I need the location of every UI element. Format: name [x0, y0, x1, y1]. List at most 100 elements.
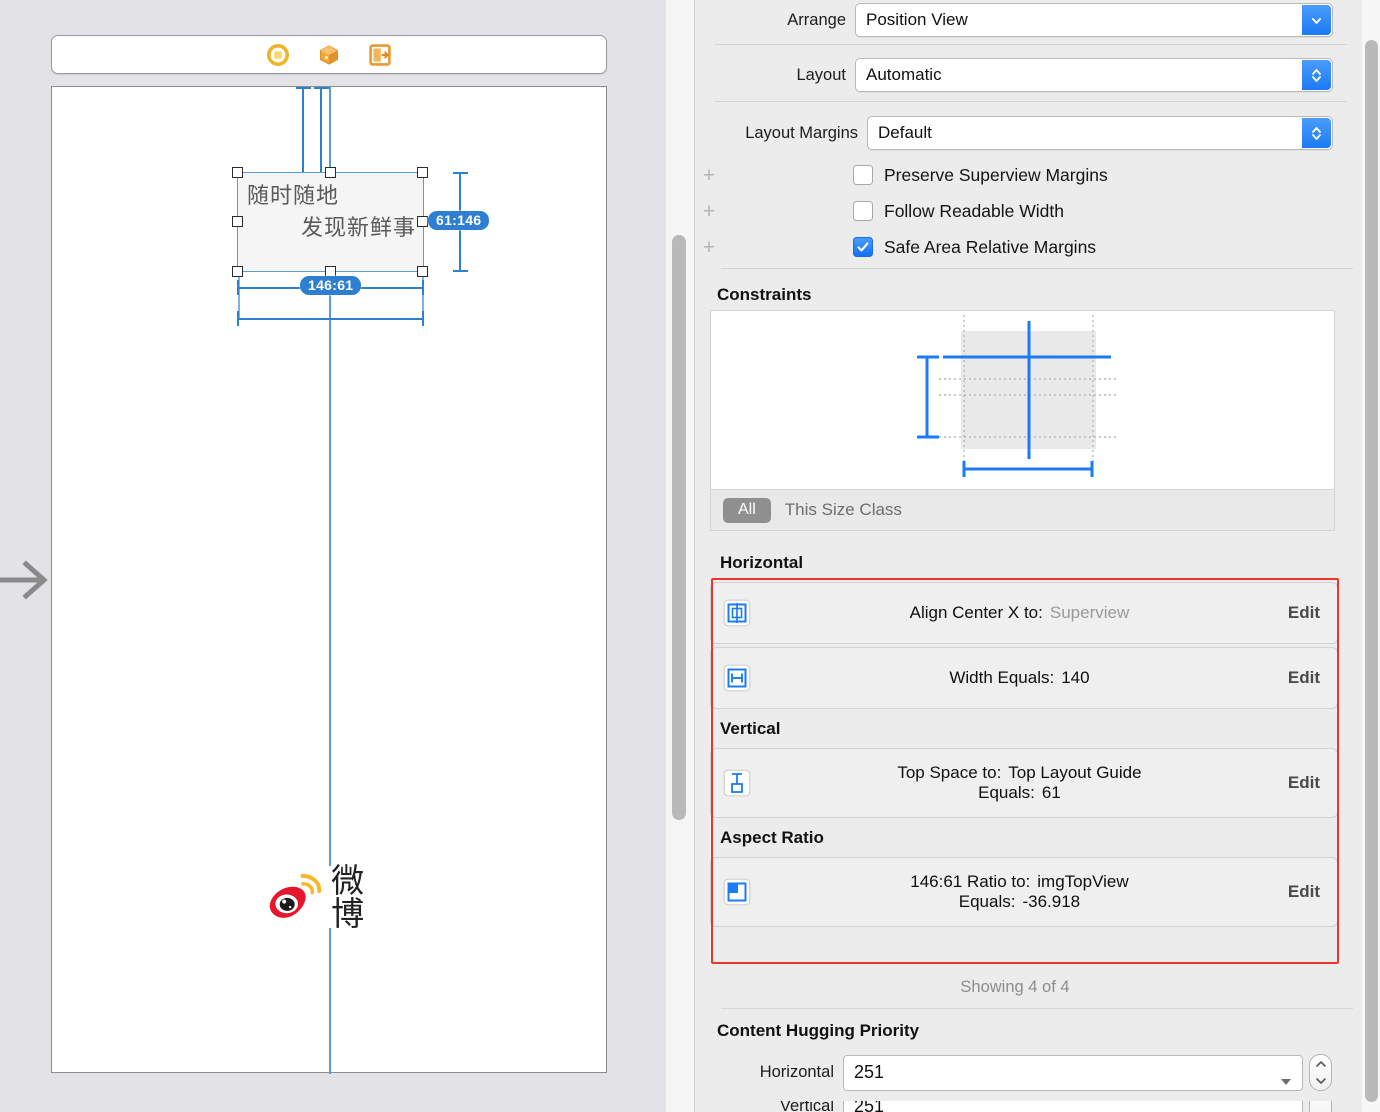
content-hugging-vertical-row: Vertical 251 — [695, 1101, 1355, 1112]
edit-button[interactable]: Edit — [1288, 603, 1320, 623]
constraints-diagram-svg — [917, 315, 1119, 477]
aspect-ratio-badge-vertical[interactable]: 61:146 — [428, 211, 490, 230]
constraint-value: 61 — [1041, 783, 1061, 802]
weibo-logo[interactable]: 微博 — [264, 864, 396, 930]
top-space-2-cap-top — [314, 87, 329, 89]
content-hugging-horizontal-value: 251 — [854, 1062, 885, 1082]
exit-icon[interactable] — [369, 43, 391, 66]
showing-count-label: Showing 4 of 4 — [960, 978, 1070, 996]
align-center-x-icon — [723, 599, 751, 627]
constraint-text-top-space: Top Space to: Top Layout Guide Equals: 6… — [751, 763, 1288, 803]
slogan-text: 随时随地 发现新鲜事 — [237, 172, 424, 272]
weibo-eye-icon — [269, 874, 322, 918]
constraint-value: Top Layout Guide — [1008, 763, 1142, 782]
add-variation-icon[interactable]: + — [695, 165, 723, 186]
content-hugging-title: Content Hugging Priority — [717, 1021, 920, 1040]
layout-value: Automatic — [866, 65, 942, 84]
edit-button[interactable]: Edit — [1288, 882, 1320, 902]
constraint-row-aspect-ratio[interactable]: 146:61 Ratio to: imgTopView Equals: -36.… — [710, 857, 1338, 927]
width-equals-icon — [723, 664, 751, 692]
resize-handle-top-left[interactable] — [232, 167, 243, 178]
edit-button[interactable]: Edit — [1288, 668, 1320, 688]
resize-handle-middle-right[interactable] — [417, 216, 428, 227]
triangle-down-icon[interactable] — [1280, 1070, 1292, 1091]
device-canvas[interactable]: 随时随地 发现新鲜事 61:146 146:61 微博 — [51, 86, 607, 1074]
constraint-key: Width Equals: — [949, 668, 1055, 687]
aspect-v-cap-top — [453, 172, 468, 174]
resize-handle-bottom-left[interactable] — [232, 266, 243, 277]
aspect-ratio-badge-horizontal[interactable]: 146:61 — [300, 276, 362, 295]
aspect-ratio-group-heading: Aspect Ratio — [720, 828, 824, 847]
add-variation-icon[interactable]: + — [695, 237, 723, 258]
follow-readable-width-row[interactable]: + Follow Readable Width — [695, 193, 1355, 229]
constraint-key: Equals: — [978, 783, 1035, 802]
constraint-text-aspect-ratio: 146:61 Ratio to: imgTopView Equals: -36.… — [751, 872, 1288, 912]
preserve-superview-margins-label: Preserve Superview Margins — [884, 164, 1108, 185]
width-cap-left — [237, 280, 239, 295]
stepper-down-icon[interactable] — [1315, 1077, 1327, 1085]
top-space-icon — [723, 769, 751, 797]
follow-readable-width-label: Follow Readable Width — [884, 200, 1064, 221]
constraint-key: Equals: — [958, 892, 1016, 911]
edit-button[interactable]: Edit — [1288, 773, 1320, 793]
content-hugging-vertical-stepper[interactable] — [1309, 1101, 1332, 1112]
layout-popup-button[interactable]: Automatic — [855, 58, 1333, 92]
top-space-constraint-line[interactable] — [302, 87, 304, 175]
layout-margins-label: Layout Margins — [745, 123, 858, 142]
divider-3 — [721, 268, 1353, 269]
resize-handle-bottom-right[interactable] — [417, 266, 428, 277]
resize-handle-middle-left[interactable] — [232, 216, 243, 227]
inspector-scrollbar-thumb[interactable] — [1365, 40, 1378, 1102]
canvas-scrollbar-thumb[interactable] — [672, 235, 686, 820]
arrange-label: Arrange — [787, 10, 846, 29]
layout-margins-value: Default — [878, 123, 932, 142]
constraint-row-align-center-x[interactable]: Align Center X to: Superview Edit — [710, 582, 1338, 644]
constraint-value: -36.918 — [1022, 892, 1081, 911]
constraint-row-top-space[interactable]: Top Space to: Top Layout Guide Equals: 6… — [710, 748, 1338, 818]
constraint-value: Superview — [1049, 603, 1130, 622]
canvas-pane: 随时随地 发现新鲜事 61:146 146:61 微博 — [0, 0, 666, 1112]
content-hugging-horizontal-stepper[interactable] — [1309, 1054, 1332, 1091]
follow-readable-width-checkbox[interactable] — [853, 201, 873, 221]
layout-margins-popup-button[interactable]: Default — [867, 116, 1333, 150]
layout-label: Layout — [796, 65, 846, 84]
scene-dock[interactable] — [51, 35, 607, 74]
safe-area-relative-margins-label: Safe Area Relative Margins — [884, 236, 1097, 257]
constraint-row-width-equals[interactable]: Width Equals: 140 Edit — [710, 647, 1338, 709]
stepper-up-icon[interactable] — [1315, 1060, 1327, 1068]
preserve-superview-margins-checkbox[interactable] — [853, 165, 873, 185]
resize-handle-top-right[interactable] — [417, 167, 428, 178]
chevron-up-down-icon[interactable] — [1302, 118, 1331, 148]
preserve-superview-margins-row[interactable]: + Preserve Superview Margins — [695, 157, 1355, 193]
size-class-this-button[interactable]: This Size Class — [785, 500, 902, 520]
constraints-diagram[interactable] — [710, 310, 1335, 490]
size-class-filter-bar[interactable]: All This Size Class — [710, 490, 1335, 531]
size-class-all-button[interactable]: All — [723, 497, 771, 523]
scene-dock-icon-list — [52, 36, 606, 73]
aspect-v-cap-bottom — [453, 270, 468, 272]
content-hugging-vertical-label: Vertical — [779, 1101, 834, 1112]
resize-handle-top-center[interactable] — [325, 167, 336, 178]
content-hugging-vertical-combo[interactable]: 251 — [843, 1101, 1303, 1112]
add-variation-icon[interactable]: + — [695, 201, 723, 222]
chevron-down-icon[interactable] — [1302, 5, 1331, 35]
first-responder-icon[interactable] — [318, 44, 340, 66]
aspect-ratio-horizontal-line[interactable] — [238, 318, 424, 320]
content-hugging-horizontal-row: Horizontal 251 — [695, 1054, 1355, 1091]
safe-area-relative-margins-checkbox[interactable] — [853, 237, 873, 257]
divider-2 — [715, 101, 1347, 102]
initial-view-controller-arrow-icon[interactable] — [0, 556, 50, 604]
slogan-line-2: 发现新鲜事 — [300, 215, 416, 241]
slogan-line-1: 随时随地 — [247, 184, 340, 209]
content-hugging-horizontal-combo[interactable]: 251 — [843, 1054, 1303, 1091]
constraint-value: 140 — [1061, 668, 1090, 687]
vertical-group-heading: Vertical — [720, 719, 781, 738]
chevron-up-down-icon[interactable] — [1302, 60, 1331, 90]
layout-row: Layout Automatic — [695, 55, 1343, 95]
safe-area-relative-margins-row[interactable]: + Safe Area Relative Margins — [695, 229, 1355, 265]
img-top-view[interactable]: 随时随地 发现新鲜事 — [237, 172, 424, 272]
size-inspector-panel: Arrange Position View Layout Automatic L… — [695, 0, 1380, 1112]
aspect-h-cap-right — [422, 311, 424, 326]
arrange-popup-button[interactable]: Position View — [855, 3, 1333, 37]
view-controller-icon[interactable] — [267, 43, 289, 66]
